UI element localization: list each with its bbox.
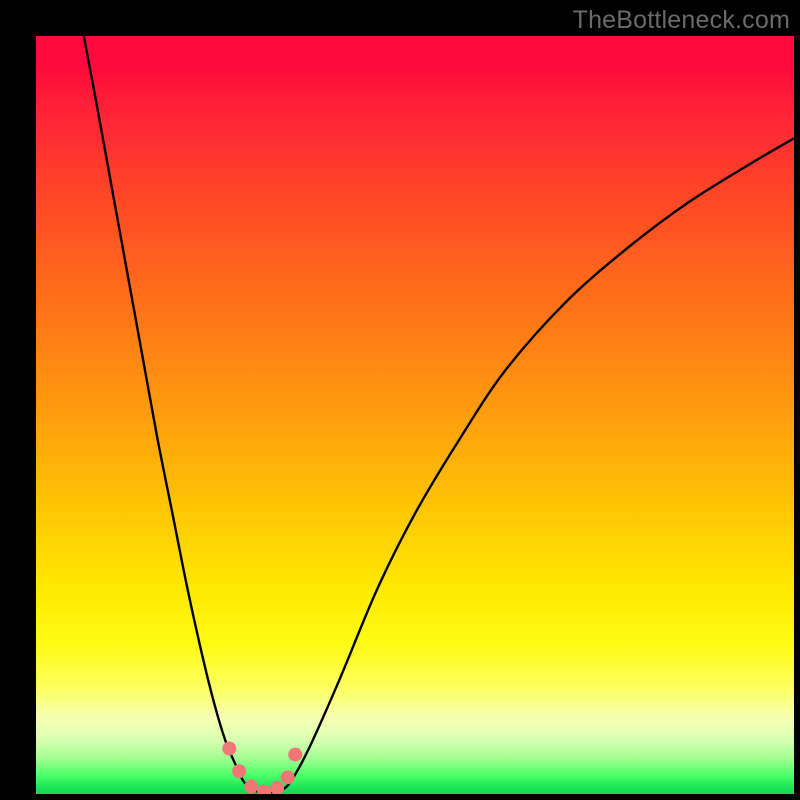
plot-area bbox=[36, 36, 794, 794]
valley-marker bbox=[232, 764, 246, 778]
valley-marker bbox=[281, 770, 295, 784]
marker-group bbox=[222, 742, 302, 794]
chart-frame: TheBottleneck.com bbox=[0, 0, 800, 800]
valley-marker bbox=[222, 742, 236, 756]
bottleneck-curve bbox=[84, 36, 794, 792]
curve-layer bbox=[36, 36, 794, 794]
valley-marker bbox=[257, 785, 271, 794]
watermark-text: TheBottleneck.com bbox=[573, 6, 790, 35]
valley-marker bbox=[288, 748, 302, 762]
valley-marker bbox=[244, 779, 258, 793]
valley-marker bbox=[270, 781, 284, 794]
